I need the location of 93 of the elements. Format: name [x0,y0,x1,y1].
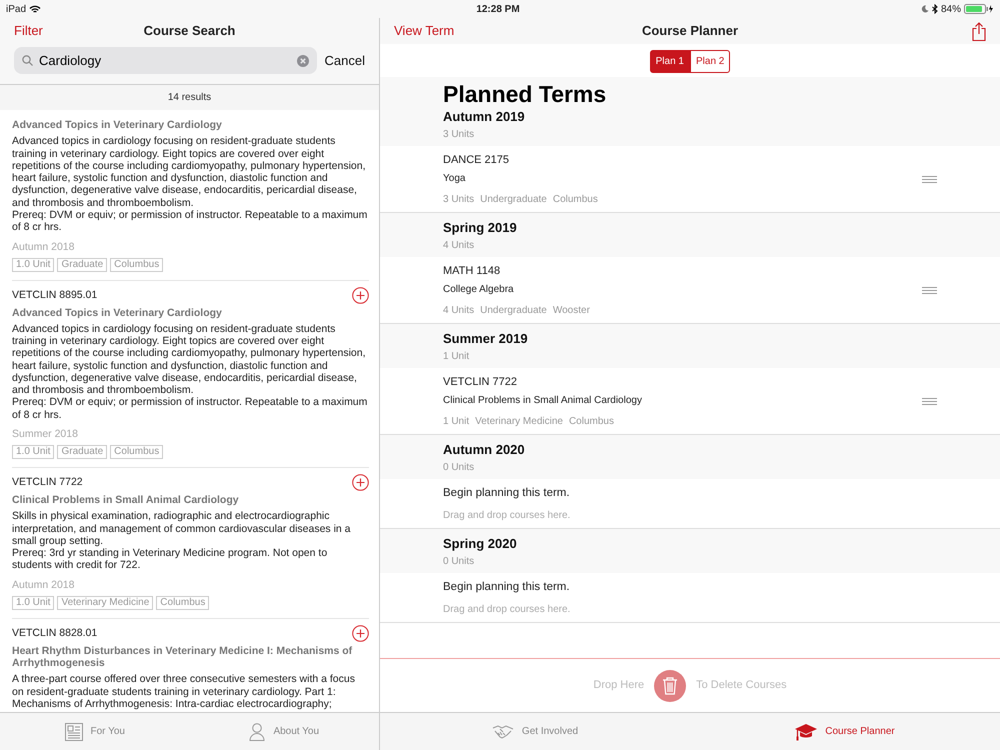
course-description: Advanced topics in cardiology focusing on resident-graduate students training in veterinary cardiology. Eight topics are covered over eight repetitions of the course including cardiomyopathy, pulmonary hypertension, heart failure, systolic function and dysfunction, diastolic function and dysfunction, degenerative valve disease, endocarditis, pericardial disease, and thrombosis and thromboembolism. [12,322,367,396]
course-title: Advanced Topics in Veterinary Cardiology [12,306,223,319]
course-tag: Graduate [57,258,108,272]
course-code: VETCLIN 7722 [443,374,518,390]
empty-term-title: Begin planning this term. [443,580,571,595]
add-icon[interactable] [352,624,369,642]
drop-hint-text: Drop Here [593,678,644,694]
course-term: Autumn 2018 [12,578,76,591]
wifi-icon [29,4,42,14]
tab-bar-item[interactable]: Get Involved [380,713,690,750]
newspaper-icon [64,722,82,740]
device-name: iPad [6,2,26,16]
course-tag: 1.0 Unit [12,445,54,459]
course-code: VETCLIN 8895.01 [12,288,98,302]
pane-title: Course Planner [642,23,738,38]
course-code: VETCLIN 7722 [12,476,83,489]
term-name: Spring 2019 [443,219,518,238]
course-tag: Graduate [57,445,108,459]
tab-bar-item[interactable]: For You [0,713,190,750]
plan-tab[interactable]: Plan 2 [690,50,730,73]
course-prereq: Prereq: DVM or equiv; or permission of instructor. Repeatable to a maximum of 8 cr hrs. [12,208,368,234]
view-term-button[interactable]: View Term [394,21,454,41]
term-units: 1 Unit [443,350,470,364]
search-input[interactable]: Cardiology [39,50,291,70]
course-detail: Wooster [552,304,590,318]
course-code: MATH 1148 [443,264,502,279]
results-count: 14 results [168,92,212,103]
handshake-icon [492,724,514,740]
course-tag: 1.0 Unit [12,596,54,610]
share-icon[interactable] [972,22,986,40]
battery-percentage: 84% [940,2,961,16]
pane-title: Course Search [144,23,236,38]
term-units: 0 Units [443,460,476,475]
course-code: DANCE 2175 [443,152,510,168]
course-description: Advanced topics in cardiology focusing on resident-graduate students training in veterinary cardiology. Eight topics are covered over eight repetitions of the course including cardiomyopathy, pulmonary hypertension, heart failure, systolic function and dysfunction, diastolic function and dysfunction, degenerative valve disease, endocarditis, pericardial disease, and thrombosis and thromboembolism. [12,135,367,209]
course-prereq: Prereq: DVM or equiv; or permission of instructor. Repeatable to a maximum of 8 cr hrs. [12,396,368,422]
graduation-cap-icon [795,722,818,740]
term-name: Autumn 2019 [443,108,526,126]
planner-heading: Planned Terms [443,82,608,108]
drag-handle-icon[interactable] [922,287,937,294]
moon-icon [920,5,929,13]
course-detail: Undergraduate [480,304,547,318]
bluetooth-icon [932,4,938,14]
person-icon [249,722,266,740]
cancel-button[interactable]: Cancel [324,50,365,70]
course-title: College Algebra [443,283,515,298]
course-detail: Columbus [568,415,614,430]
course-detail: Veterinary Medicine [475,415,563,430]
term-name: Summer 2019 [443,330,529,348]
course-title: Yoga [443,172,466,186]
course-title: Clinical Problems in Small Animal Cardiology [443,394,643,408]
course-detail: 1 Unit [443,415,470,430]
course-detail: Columbus [552,193,598,208]
drag-handle-icon[interactable] [922,398,937,406]
empty-term-hint: Drag and drop courses here. [443,509,572,524]
tab-bar-item[interactable]: Course Planner [690,713,1000,750]
clock-time: 12:28 PM [476,4,520,14]
term-units: 3 Units [443,128,476,142]
filter-button[interactable]: Filter [14,21,43,41]
drag-handle-icon[interactable] [922,176,937,184]
course-description: Skills in physical examination, radiographic and electrocardiographic interpretation, and management of common cardiovascular diseases in a small group setting. [12,510,352,548]
course-title: Heart Rhythm Disturbances in Veterinary Medicine I: Mechanisms of Arrhythmogenesis [12,644,354,670]
term-units: 0 Units [443,554,476,569]
course-title: Advanced Topics in Veterinary Cardiology [12,119,223,132]
course-title: Clinical Problems in Small Animal Cardiology [12,494,240,506]
course-term: Autumn 2018 [12,240,76,253]
add-icon[interactable] [352,286,369,304]
term-name: Spring 2020 [443,535,518,554]
course-tag: Columbus [110,445,164,459]
course-detail: 4 Units [443,304,474,318]
battery-icon [964,4,994,14]
course-tag: Veterinary Medicine [57,596,154,610]
term-units: 4 Units [443,238,476,253]
drop-hint-text: To Delete Courses [696,678,787,694]
empty-term-title: Begin planning this term. [443,486,571,501]
add-icon[interactable] [352,474,369,491]
empty-term-hint: Drag and drop courses here. [443,602,572,617]
course-tag: Columbus [110,258,164,272]
course-tag: Columbus [156,596,210,610]
course-description: A three-part course offered over three consecutive semesters with a focus on resident-graduate students training in veterinary cardiology. Part 1: Mechanisms of Arrhythmogenesis: Intra-cardiac electrocardiography; [12,673,356,710]
course-detail: Undergraduate [480,193,547,208]
course-detail: 3 Units [443,193,474,208]
term-name: Autumn 2020 [443,441,526,460]
tab-bar-item[interactable]: About You [190,713,379,750]
clear-icon[interactable] [296,54,309,66]
plan-tab[interactable]: Plan 1 [650,50,690,73]
course-term: Summer 2018 [12,428,79,440]
course-prereq: Prereq: 3rd yr standing in Veterinary Medicine program. Not open to students with credit for 722. [12,547,328,572]
trash-icon[interactable] [654,670,686,702]
search-icon [22,55,33,66]
course-code: VETCLIN 8828.01 [12,627,98,640]
course-tag: 1.0 Unit [12,258,54,272]
search-field[interactable]: Cardiology [14,47,317,74]
